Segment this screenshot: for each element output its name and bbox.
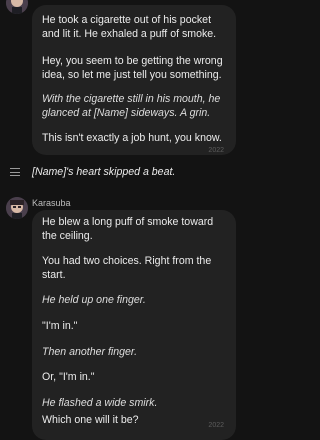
message-text: He blew a long puff of smoke toward the …	[42, 216, 214, 242]
message-text: "I'm in."	[42, 320, 78, 332]
message-timestamp: 2022	[208, 147, 224, 154]
message-timestamp: 2022	[208, 422, 224, 429]
message-text-italic: Then another finger.	[42, 346, 138, 358]
message-text-italic: He held up one finger.	[42, 294, 146, 306]
message-text: Or, "I'm in."	[42, 371, 95, 383]
message-text: This isn't exactly a job hunt, you know.	[42, 132, 222, 144]
message-text-italic: He flashed a wide smirk.	[42, 397, 158, 409]
speaker-name: Karasuba	[32, 198, 71, 208]
message-text: He took a cigarette out of his pocket an…	[42, 14, 217, 40]
menu-lines-icon	[10, 168, 20, 179]
avatar[interactable]	[6, 197, 28, 219]
message-text: Which one will it be?	[42, 414, 139, 426]
message-bubble-1: He took a cigarette out of his pocket an…	[32, 5, 236, 155]
avatar[interactable]	[6, 0, 28, 14]
message-bubble-2: He blew a long puff of smoke toward the …	[32, 210, 236, 440]
message-text: You had two choices. Right from the star…	[42, 255, 212, 281]
narration-text: [Name]'s heart skipped a beat.	[32, 166, 176, 178]
message-text: Hey, you seem to be getting the wrong id…	[42, 55, 223, 81]
message-text-italic: With the cigarette still in his mouth, h…	[42, 93, 221, 119]
